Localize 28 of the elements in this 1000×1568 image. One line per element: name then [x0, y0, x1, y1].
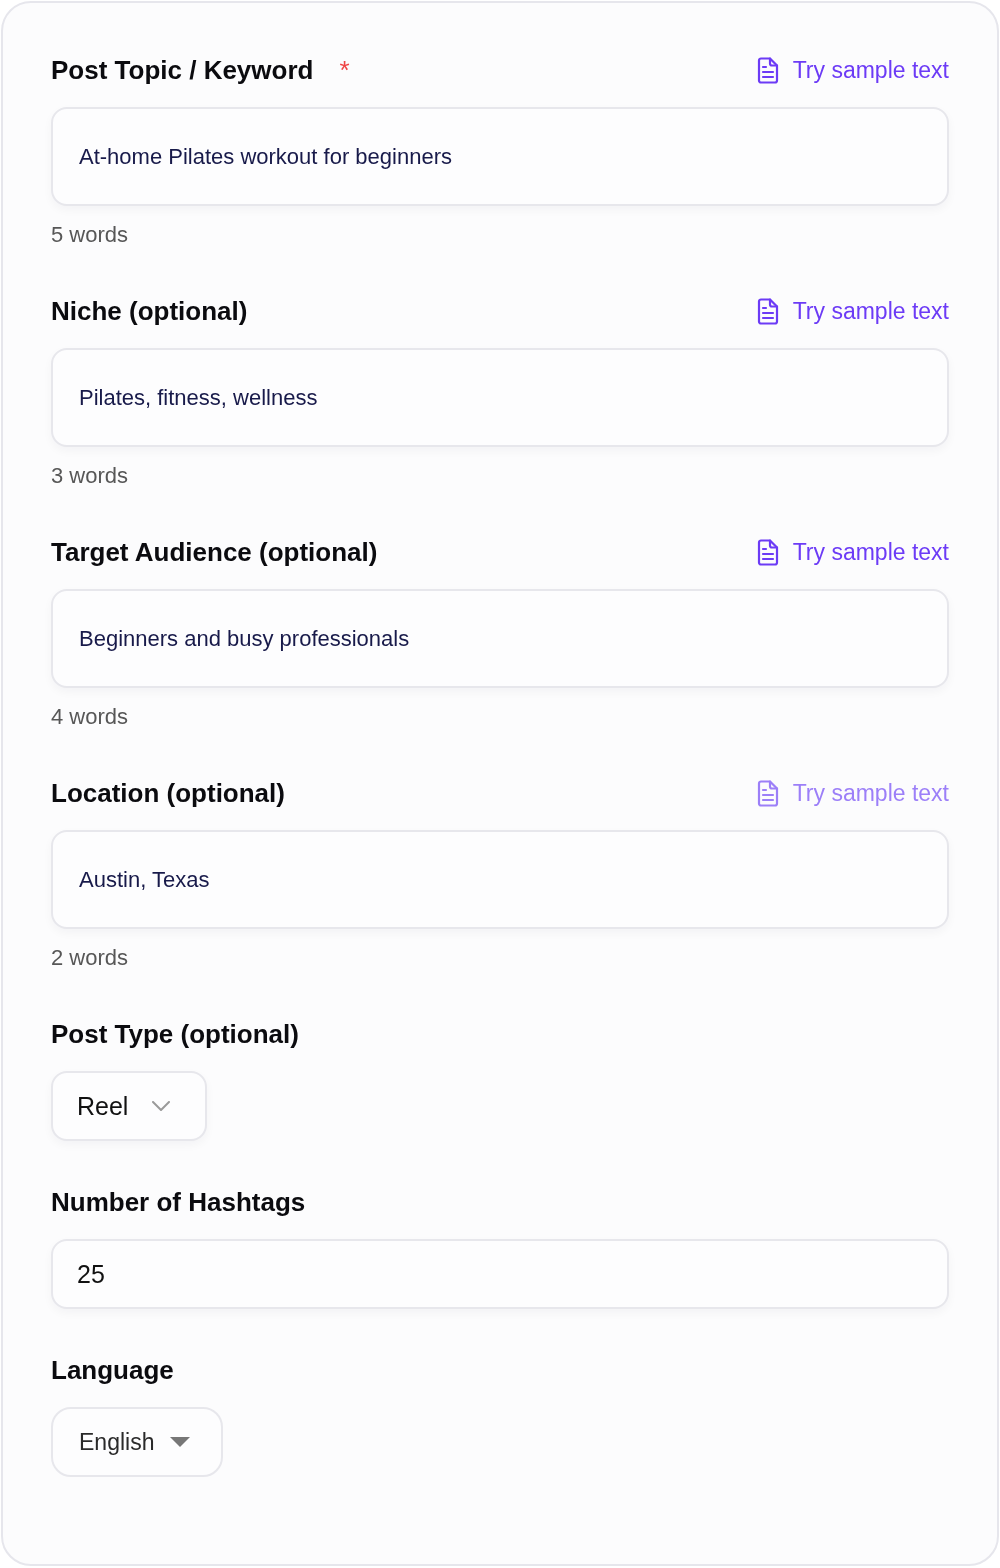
- field-label: Language: [51, 1354, 174, 1386]
- document-icon: [756, 297, 779, 325]
- word-count: 5 words: [51, 221, 130, 249]
- field-label: Location (optional): [51, 777, 285, 809]
- language-select[interactable]: English: [51, 1407, 223, 1477]
- document-icon: [756, 56, 779, 84]
- post-type-select[interactable]: Reel: [51, 1071, 207, 1141]
- text-field[interactable]: Austin, Texas: [51, 830, 949, 929]
- document-icon: [756, 538, 779, 566]
- text-field[interactable]: Pilates, fitness, wellness: [51, 348, 949, 447]
- text-field[interactable]: Beginners and busy professionals: [51, 589, 949, 688]
- field-label: Number of Hashtags: [51, 1186, 306, 1218]
- word-count: 4 words: [51, 703, 130, 731]
- field-label: Post Type (optional): [51, 1018, 299, 1050]
- field-label: Niche (optional): [51, 295, 248, 327]
- document-icon: [756, 779, 779, 807]
- chevron-down-icon: [152, 1101, 171, 1111]
- number-field[interactable]: 25: [51, 1239, 949, 1309]
- word-count: 3 words: [51, 462, 130, 490]
- try-sample-link[interactable]: Try sample text: [756, 297, 949, 325]
- field-label: Post Topic / Keyword: [51, 54, 314, 86]
- try-sample-link[interactable]: Try sample text: [756, 538, 949, 566]
- caret-down-icon: [170, 1437, 191, 1447]
- try-sample-link[interactable]: Try sample text: [756, 56, 949, 84]
- word-count: 2 words: [51, 944, 130, 972]
- field-label: Target Audience (optional): [51, 536, 378, 568]
- required-asterisk: *: [339, 57, 350, 83]
- text-field[interactable]: At-home Pilates workout for beginners: [51, 107, 949, 206]
